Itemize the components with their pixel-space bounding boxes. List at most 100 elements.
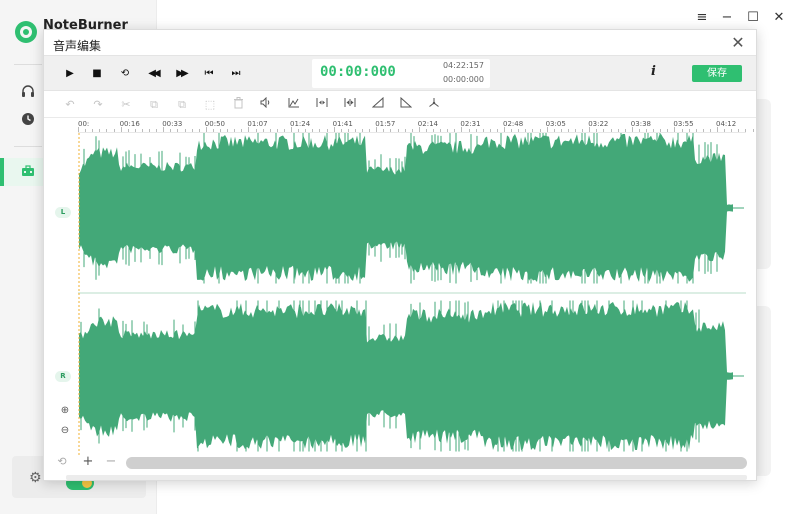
timeline-tick — [539, 129, 541, 132]
sidebar-divider — [14, 146, 42, 147]
timeline-tick — [276, 129, 278, 132]
timeline-tick — [404, 129, 406, 132]
loop-button[interactable]: ⟲ — [115, 65, 135, 83]
redo-icon[interactable]: ↷ — [90, 97, 106, 113]
copy-icon[interactable]: ⧉ — [146, 97, 162, 113]
history-icon[interactable] — [20, 112, 36, 128]
timeline-tick — [347, 129, 349, 132]
timeline-tick — [560, 129, 562, 132]
waveform-canvas[interactable] — [78, 133, 746, 455]
split-icon[interactable] — [426, 97, 442, 113]
timeline-tick — [397, 129, 399, 132]
remove-button[interactable]: − — [103, 454, 119, 470]
skip-to-end-button[interactable]: ⏭ — [226, 65, 246, 83]
toolbox-icon[interactable] — [20, 164, 36, 180]
zoom-in-icon[interactable]: ⊕ — [59, 405, 71, 417]
timeline-tick — [653, 129, 655, 132]
dialog-title: 音声编集 — [53, 39, 102, 53]
timeline-tick — [241, 129, 243, 132]
timeline-ruler[interactable]: 00: 00:16 00:33 00:50 01:07 01:24 01:41 01:57 02… — [78, 119, 754, 133]
right-channel-label[interactable]: R — [55, 371, 71, 382]
zoom-out-icon[interactable]: ⊖ — [59, 425, 71, 437]
timeline-tick — [624, 129, 626, 132]
horizontal-scrollbar[interactable] — [126, 457, 747, 469]
timeline-tick — [383, 129, 385, 132]
window-close-icon[interactable]: ✕ — [770, 10, 788, 25]
stop-button[interactable]: ■ — [87, 65, 107, 83]
timeline-tick-label: 03:05 — [545, 120, 566, 128]
timeline-tick-label: 03:38 — [630, 120, 651, 128]
trim-end-icon[interactable] — [342, 97, 358, 113]
timeline-tick — [390, 129, 392, 132]
timeline-tick — [354, 129, 356, 132]
transport-bar: ▶ ■ ⟲ ◀◀ ▶▶ ⏮ ⏭ 00:00:000 04:22:157 00:0… — [44, 55, 756, 91]
maximize-icon[interactable]: ☐ — [744, 10, 762, 25]
left-channel-label[interactable]: L — [55, 207, 71, 218]
crop-icon[interactable]: ⬚ — [202, 97, 218, 113]
timeline-tick — [305, 129, 307, 132]
timeline-tick — [589, 127, 591, 132]
play-button[interactable]: ▶ — [60, 65, 80, 83]
time-display: 00:00:000 04:22:157 00:00:000 — [312, 59, 490, 88]
fade-out-icon[interactable] — [398, 96, 414, 113]
timeline-tick — [610, 129, 612, 132]
undo-icon[interactable]: ↶ — [62, 97, 78, 113]
reset-zoom-icon[interactable]: ⟲ — [54, 454, 70, 470]
cut-icon[interactable]: ✂ — [118, 97, 134, 113]
amplify-icon[interactable] — [286, 97, 302, 113]
timeline-tick — [248, 127, 250, 132]
volume-icon[interactable] — [258, 96, 274, 113]
menu-icon[interactable]: ≡ — [693, 10, 711, 25]
timeline-tick — [582, 129, 584, 132]
delete-icon[interactable] — [230, 97, 246, 113]
timeline-tick — [532, 129, 534, 132]
rewind-button[interactable]: ◀◀ — [143, 65, 163, 83]
dialog-close-icon[interactable]: ✕ — [728, 33, 748, 52]
timeline-tick-label: 03:22 — [588, 120, 609, 128]
add-button[interactable]: + — [80, 454, 96, 470]
timeline-tick — [596, 129, 598, 132]
timeline-tick — [255, 129, 257, 132]
timeline-tick — [674, 127, 676, 132]
settings-icon[interactable]: ⚙ — [29, 470, 42, 486]
timeline-tick-label: 02:31 — [460, 120, 481, 128]
timeline-tick — [440, 129, 442, 132]
waveform-area[interactable]: 00: 00:16 00:33 00:50 01:07 01:24 01:41 01:57 02… — [78, 119, 754, 457]
timeline-tick — [262, 129, 264, 132]
info-button[interactable]: i — [651, 64, 656, 79]
skip-to-start-button[interactable]: ⏮ — [199, 65, 219, 83]
timeline-tick — [738, 129, 740, 132]
timeline-tick — [369, 129, 371, 132]
timeline-tick-label: 01:57 — [375, 120, 396, 128]
fade-in-icon[interactable] — [370, 96, 386, 113]
timeline-tick — [227, 129, 229, 132]
timeline-tick — [99, 129, 101, 132]
timeline-tick — [475, 129, 477, 132]
save-button[interactable]: 保存 — [692, 65, 742, 82]
timeline-tick — [731, 129, 733, 132]
bottom-divider — [66, 475, 747, 480]
headphones-icon[interactable] — [20, 84, 36, 100]
sidebar-active-indicator — [0, 158, 4, 186]
minimize-icon[interactable]: − — [718, 10, 736, 25]
paste-icon[interactable]: ⧉ — [174, 97, 190, 113]
timeline-tick — [489, 129, 491, 132]
current-time: 00:00:000 — [320, 64, 396, 80]
timeline-tick-label: 00: — [78, 120, 90, 128]
timeline-tick — [156, 129, 158, 132]
timeline-tick — [220, 129, 221, 132]
audio-editor-dialog: 音声编集 ✕ ▶ ■ ⟲ ◀◀ ▶▶ ⏮ ⏭ 00:00:000 04:22:1… — [43, 29, 757, 481]
timeline-tick — [92, 129, 94, 132]
timeline-tick-label: 00:50 — [204, 120, 225, 128]
timeline-tick — [553, 129, 555, 132]
timeline-tick — [461, 127, 463, 132]
timeline-tick — [291, 127, 292, 132]
fast-forward-button[interactable]: ▶▶ — [171, 65, 191, 83]
timeline-tick — [312, 129, 314, 132]
timeline-tick — [709, 129, 711, 132]
trim-start-icon[interactable] — [314, 97, 330, 113]
background-card — [755, 306, 771, 476]
noteburner-logo-icon — [15, 21, 37, 43]
background-card — [755, 99, 771, 269]
selection-time: 00:00:000 — [442, 75, 484, 84]
